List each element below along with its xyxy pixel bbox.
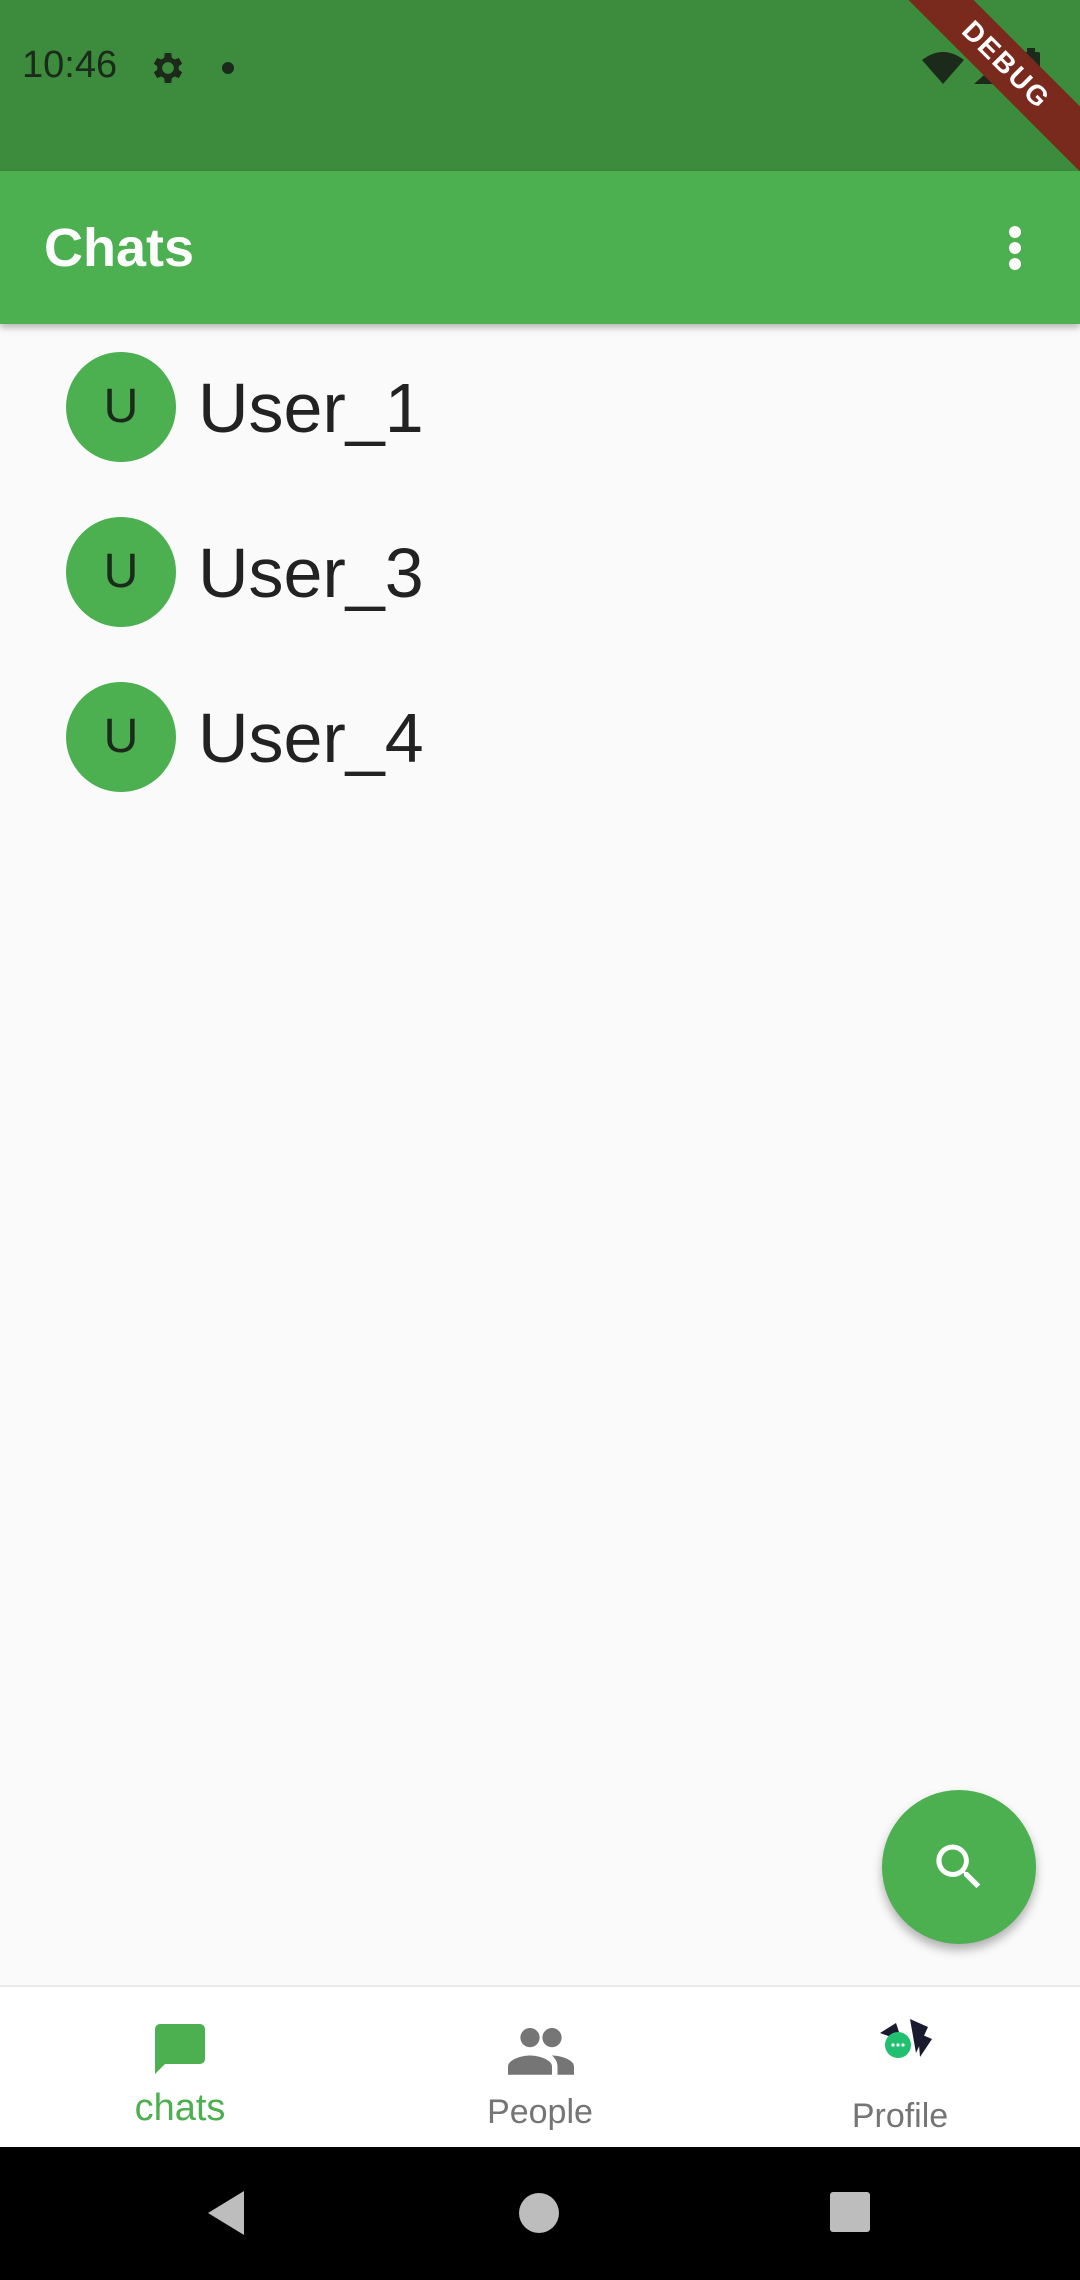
page-title: Chats bbox=[44, 218, 195, 278]
nav-item-people[interactable]: People bbox=[360, 1987, 720, 2149]
nav-item-chats[interactable]: chats bbox=[0, 1987, 360, 2149]
chat-user-name: User_4 bbox=[198, 699, 424, 777]
avatar: U bbox=[66, 352, 176, 462]
avatar: U bbox=[66, 682, 176, 792]
app-logo-icon bbox=[880, 2019, 932, 2058]
status-time: 10:46 bbox=[22, 44, 118, 86]
nav-item-profile[interactable]: Profile bbox=[720, 1987, 1080, 2149]
status-bar: 10:46 DEBUG bbox=[0, 0, 1080, 171]
search-fab-button[interactable] bbox=[882, 1790, 1036, 1944]
chat-user-name: User_1 bbox=[198, 369, 424, 447]
more-vert-icon[interactable] bbox=[980, 213, 1050, 283]
wifi-icon bbox=[922, 52, 964, 84]
people-icon bbox=[508, 2028, 574, 2075]
back-icon[interactable] bbox=[204, 2189, 248, 2237]
nav-label-people: People bbox=[487, 2093, 593, 2131]
avatar: U bbox=[66, 517, 176, 627]
chat-bubble-icon bbox=[155, 2024, 205, 2074]
system-navigation-bar bbox=[0, 2147, 1080, 2280]
notification-dot-icon bbox=[222, 62, 234, 74]
chat-list-item[interactable]: U User_4 bbox=[0, 654, 1080, 819]
recents-icon[interactable] bbox=[829, 2191, 871, 2233]
chat-list-item[interactable]: U User_1 bbox=[0, 324, 1080, 489]
chat-list: U User_1 U User_3 U User_4 bbox=[0, 324, 1080, 819]
nav-label-chats: chats bbox=[134, 2087, 226, 2129]
nav-label-profile: Profile bbox=[851, 2097, 949, 2135]
profile-avatar bbox=[862, 2013, 938, 2079]
chat-user-name: User_3 bbox=[198, 534, 424, 612]
home-icon[interactable] bbox=[517, 2191, 561, 2235]
chat-list-item[interactable]: U User_3 bbox=[0, 489, 1080, 654]
bottom-navigation: chats People Profile bbox=[0, 1985, 1080, 2147]
app-bar: Chats bbox=[0, 171, 1080, 324]
search-icon bbox=[936, 1844, 981, 1889]
settings-gear-icon bbox=[153, 53, 183, 83]
